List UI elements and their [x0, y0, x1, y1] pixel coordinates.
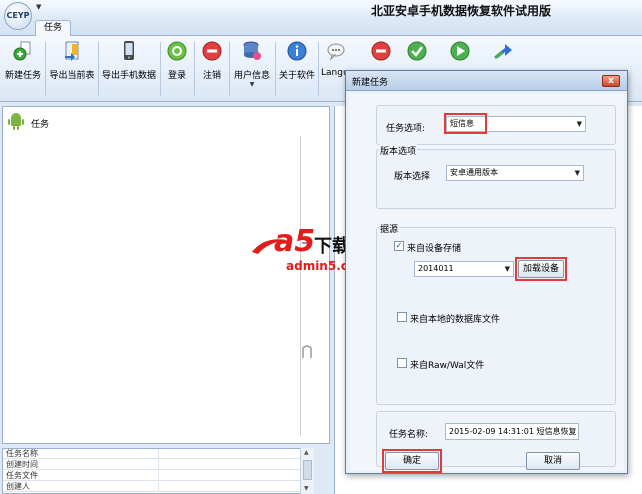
device-select[interactable]: 2014011 ▼: [414, 261, 514, 277]
dialog-title-bar[interactable]: 新建任务 x: [346, 71, 627, 91]
column-divider: [158, 460, 159, 470]
table-row[interactable]: 任务文件: [3, 471, 313, 481]
highlight-box: [382, 449, 442, 473]
quick-access-arrow-icon[interactable]: ▼: [36, 3, 41, 11]
property-grid: 任务名称 创建时间 任务文件 创建人: [2, 448, 314, 494]
export-phone-data-label: 导出手机数据: [101, 71, 156, 81]
ribbon-separator: [98, 42, 99, 96]
task-option-label: 任务选项:: [386, 124, 426, 134]
dialog-body: 任务选项: 短信息 ▼ 版本选项 版本选择 安卓通用版本 ▼ 据源 ✓ 来自设备…: [349, 93, 624, 473]
new-task-dialog: 新建任务 x 任务选项: 短信息 ▼ 版本选项 版本选择 安卓通用版本 ▼ 据源…: [345, 70, 628, 474]
ribbon-separator: [318, 42, 319, 96]
scroll-thumb[interactable]: [303, 460, 312, 480]
export-table-icon: [65, 41, 79, 61]
user-info-label: 用户信息: [233, 71, 270, 81]
device-value: 2014011: [418, 264, 454, 273]
from-device-checkbox[interactable]: ✓: [394, 241, 404, 251]
chevron-down-icon: ▼: [576, 120, 582, 128]
app-logo[interactable]: CEYP: [4, 2, 32, 30]
title-bar: ▼ 北亚安卓手机数据恢复软件试用版: [0, 0, 642, 20]
property-name: 创建人: [6, 482, 30, 491]
about-label: 关于软件: [278, 71, 315, 81]
task-name-input[interactable]: 2015-02-09 14:31:01 短信息恢复: [445, 423, 579, 440]
new-task-label: 新建任务: [4, 71, 41, 81]
app-title: 北亚安卓手机数据恢复软件试用版: [370, 4, 551, 18]
table-row[interactable]: 创建时间: [3, 460, 313, 470]
export-phone-data-button[interactable]: 导出手机数据: [100, 40, 158, 98]
user-info-icon: [243, 41, 261, 60]
highlight-box: [444, 113, 487, 134]
new-task-button[interactable]: 新建任务: [4, 40, 42, 98]
version-select-label: 版本选择: [394, 172, 431, 182]
login-icon: [167, 41, 187, 61]
close-icon[interactable]: x: [602, 75, 620, 87]
logout-icon: [202, 41, 222, 61]
ribbon-tab-bar: 任务: [0, 20, 642, 37]
column-divider: [158, 482, 159, 492]
from-raw-checkbox[interactable]: [397, 358, 407, 368]
chevron-down-icon: ▼: [504, 265, 510, 273]
ribbon-separator: [229, 42, 230, 96]
background-fragment: [302, 340, 312, 365]
logout-button[interactable]: 注销: [198, 40, 226, 98]
stop-icon: [371, 41, 391, 61]
scroll-up-icon[interactable]: ▲: [304, 449, 309, 456]
highlight-box: [515, 257, 567, 281]
table-row[interactable]: 任务名称: [3, 449, 313, 459]
forward-icon: [494, 44, 512, 60]
android-icon: [8, 113, 24, 130]
about-icon: [287, 41, 307, 61]
from-raw-label: 来自Raw/Wal文件: [410, 361, 485, 371]
play-icon: [450, 41, 470, 61]
property-name: 任务名称: [6, 449, 38, 458]
property-scrollbar[interactable]: ▲ ▼: [300, 448, 314, 494]
new-task-icon: [13, 41, 31, 61]
background-glyph-icon: [302, 345, 312, 358]
version-select[interactable]: 安卓通用版本 ▼: [446, 165, 584, 181]
export-table-button[interactable]: 导出当前表: [48, 40, 96, 98]
task-name-label: 任务名称:: [389, 430, 429, 440]
dropdown-arrow-icon: ▼: [249, 81, 255, 88]
cancel-button[interactable]: 取消: [526, 452, 580, 470]
property-name: 任务文件: [6, 471, 38, 480]
from-db-checkbox[interactable]: [397, 312, 407, 322]
login-button[interactable]: 登录: [163, 40, 191, 98]
watermark-brand: a5: [274, 224, 316, 259]
source-group-label: 据源: [379, 222, 400, 235]
background-frame-edge: [300, 136, 312, 436]
ribbon-separator: [160, 42, 161, 96]
tree-root-label[interactable]: 任务: [31, 117, 49, 130]
version-select-value: 安卓通用版本: [450, 168, 498, 177]
version-group-label: 版本选项: [379, 144, 418, 157]
scroll-down-icon[interactable]: ▼: [304, 485, 309, 492]
login-label: 登录: [167, 71, 186, 81]
column-divider: [158, 471, 159, 481]
about-button[interactable]: 关于软件: [278, 40, 316, 98]
logout-label: 注销: [202, 71, 221, 81]
from-db-label: 来自本地的数据库文件: [410, 315, 501, 325]
ribbon-separator: [275, 42, 276, 96]
ribbon-separator: [194, 42, 195, 96]
language-icon: [327, 43, 345, 61]
ribbon-separator: [45, 42, 46, 96]
from-device-label: 来自设备存储: [407, 244, 462, 254]
dialog-title: 新建任务: [352, 78, 389, 88]
phone-export-icon: [124, 41, 134, 60]
table-row[interactable]: 创建人: [3, 482, 313, 492]
user-info-button[interactable]: 用户信息 ▼: [232, 40, 272, 98]
export-table-label: 导出当前表: [49, 71, 95, 81]
confirm-icon: [407, 41, 427, 61]
tab-task[interactable]: 任务: [35, 20, 71, 37]
property-name: 创建时间: [6, 460, 38, 469]
column-divider: [158, 449, 159, 459]
chevron-down-icon: ▼: [574, 169, 580, 177]
